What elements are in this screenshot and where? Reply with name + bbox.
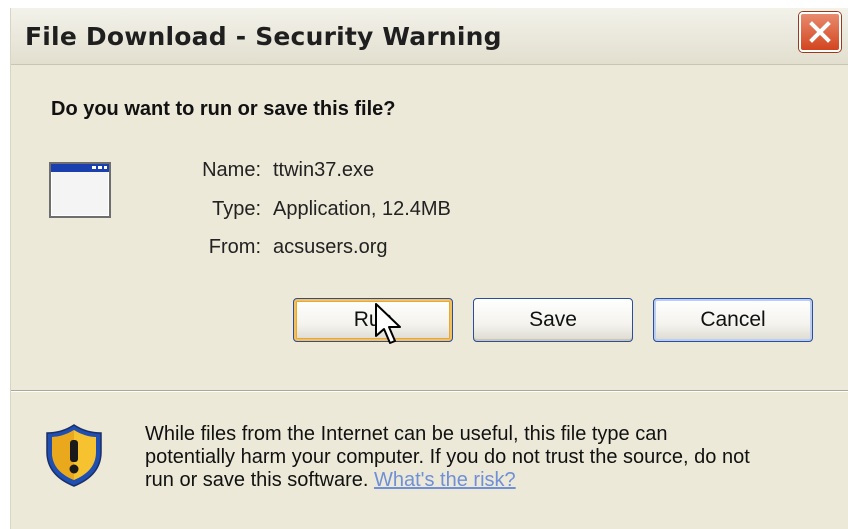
- file-type-label: Type:: [212, 198, 261, 220]
- warning-line-1: While files from the Internet can be use…: [145, 423, 668, 445]
- dialog-title: File Download - Security Warning: [25, 22, 502, 51]
- warning-line-2: potentially harm your computer. If you d…: [145, 446, 750, 468]
- save-button[interactable]: Save: [473, 298, 633, 342]
- close-button[interactable]: [799, 12, 841, 52]
- file-name-value: ttwin37.exe: [273, 159, 375, 181]
- file-from-label: From:: [208, 236, 261, 258]
- warning-message: While files from the Internet can be use…: [145, 423, 845, 492]
- application-window-icon: [48, 161, 112, 219]
- security-warning-dialog: File Download - Security Warning Do you …: [10, 8, 848, 529]
- section-divider: [11, 390, 848, 392]
- warning-line-3: run or save this software. What's the ri…: [145, 469, 845, 492]
- file-type-value: Application, 12.4MB: [273, 198, 451, 220]
- close-icon: [809, 21, 831, 43]
- cancel-button[interactable]: Cancel: [653, 298, 813, 342]
- warning-line-3-text: run or save this software.: [145, 469, 369, 491]
- file-from-value: acsusers.org: [273, 236, 388, 258]
- file-name-label: Name:: [202, 159, 261, 181]
- mouse-cursor-icon: [375, 303, 401, 344]
- dialog-question: Do you want to run or save this file?: [51, 98, 396, 120]
- whats-the-risk-link[interactable]: What's the risk?: [374, 469, 516, 491]
- warning-shield-icon: [46, 424, 102, 487]
- title-bar[interactable]: File Download - Security Warning: [11, 8, 848, 65]
- run-button[interactable]: Run: [293, 298, 453, 342]
